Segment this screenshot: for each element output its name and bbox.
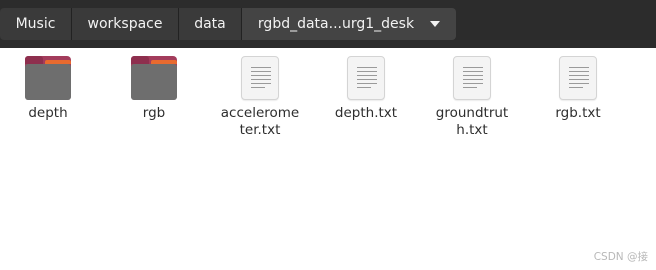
folder-item-depth[interactable]: depth: [0, 56, 96, 122]
file-name: depth: [28, 105, 68, 121]
text-file-icon: [347, 56, 385, 100]
file-item-depth-txt[interactable]: depth.txt: [318, 56, 414, 122]
file-name: depth.txt: [334, 105, 398, 121]
file-item-accelerometer[interactable]: accelerome ter.txt: [212, 56, 308, 139]
file-item-rgb-txt[interactable]: rgb.txt: [530, 56, 626, 122]
text-file-icon: [559, 56, 597, 100]
file-name: groundtrut h.txt: [435, 105, 509, 138]
file-manager-window: Music workspace data rgbd_data...urg1_de…: [0, 0, 656, 270]
path-bar: Music workspace data rgbd_data...urg1_de…: [0, 8, 456, 40]
file-name: accelerome ter.txt: [220, 105, 300, 138]
folder-icon: [131, 56, 177, 100]
breadcrumb-music[interactable]: Music: [0, 8, 72, 40]
header-bar: Music workspace data rgbd_data...urg1_de…: [0, 0, 656, 48]
chevron-down-icon[interactable]: [430, 21, 441, 27]
folder-item-rgb[interactable]: rgb: [106, 56, 202, 122]
breadcrumb-current-folder[interactable]: rgbd_data...urg1_desk: [242, 8, 456, 40]
breadcrumb-label: rgbd_data...urg1_desk: [257, 16, 415, 32]
breadcrumb-label: workspace: [87, 16, 163, 32]
folder-icon: [25, 56, 71, 100]
breadcrumb-label: data: [194, 16, 226, 32]
text-file-icon: [241, 56, 279, 100]
file-item-groundtruth[interactable]: groundtrut h.txt: [424, 56, 520, 139]
text-file-icon: [453, 56, 491, 100]
file-name: rgb.txt: [555, 105, 601, 121]
breadcrumb-data[interactable]: data: [179, 8, 242, 40]
watermark: CSDN @接: [593, 251, 648, 263]
file-name: rgb: [142, 105, 166, 121]
breadcrumb-workspace[interactable]: workspace: [72, 8, 179, 40]
breadcrumb-label: Music: [15, 16, 56, 32]
